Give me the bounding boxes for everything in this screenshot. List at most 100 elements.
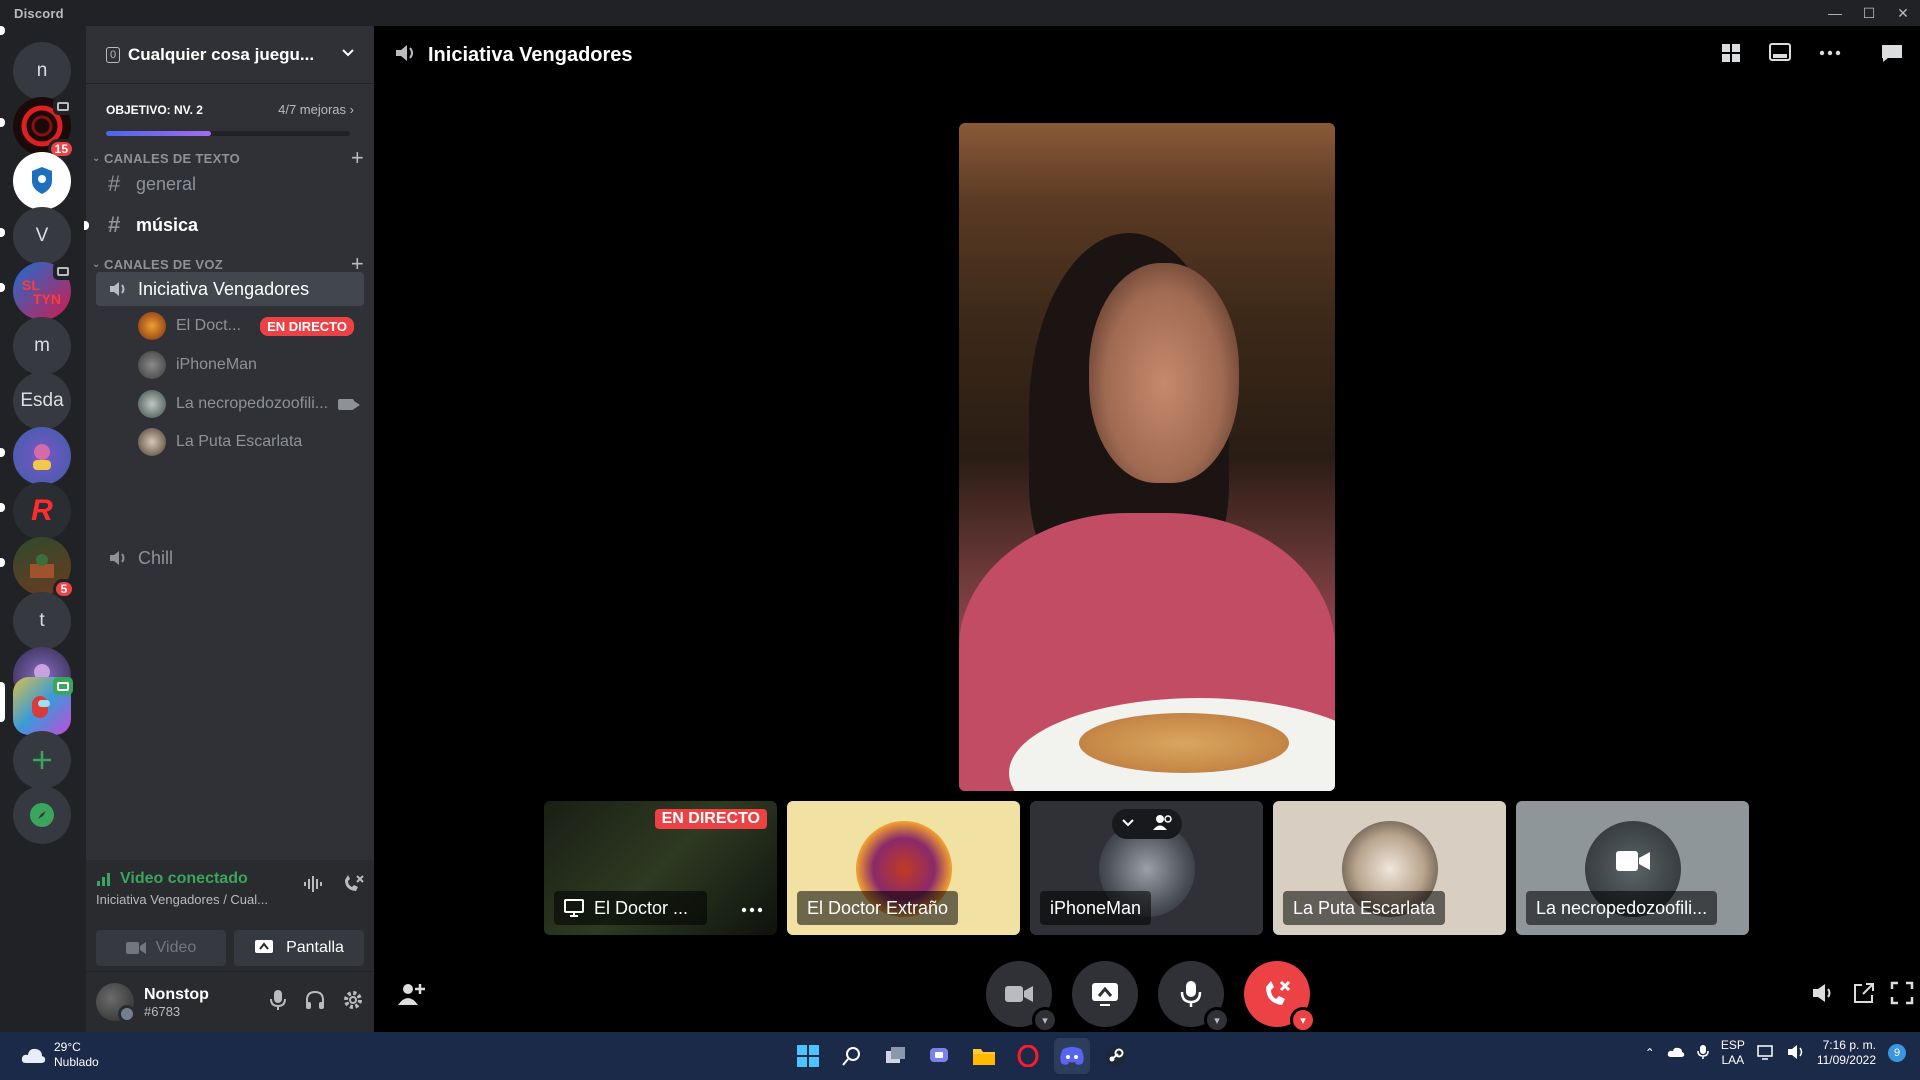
chevron-down-icon[interactable]: ▾ [1032,1007,1058,1033]
explore-servers-button[interactable] [13,786,71,844]
fullscreen-icon[interactable] [1890,981,1914,1010]
server-unread-pill [0,118,5,127]
start-button[interactable] [790,1038,826,1074]
server-m[interactable]: m [13,317,71,375]
teams-chat-button[interactable] [922,1038,958,1074]
avatar [138,351,166,379]
close-window-button[interactable]: ✕ [1886,0,1920,26]
gear-icon[interactable] [342,989,364,1016]
microphone-icon[interactable] [268,989,288,1016]
participant-tile[interactable]: El Doctor Extraño [787,801,1020,935]
disconnect-call-button[interactable]: ▾ [1244,961,1316,1033]
voice-channel-iniciativa-vengadores[interactable]: Iniciativa Vengadores [96,272,364,306]
grid-view-icon[interactable] [1720,42,1742,69]
folder-icon [973,1049,995,1065]
server-sltyn[interactable]: SL TYN [13,262,73,320]
microphone-icon [1180,981,1202,1007]
chevron-down-icon[interactable]: ▾ [1290,1007,1316,1033]
file-explorer-button[interactable] [966,1038,1002,1074]
chevron-right-icon: › [349,102,354,117]
server-n[interactable]: n [13,42,71,100]
add-user-icon[interactable] [396,981,426,1012]
cloud-icon [21,1048,46,1063]
more-options-icon[interactable] [1818,42,1842,69]
popout-icon[interactable] [1852,981,1876,1010]
opera-icon [1017,1045,1039,1067]
chevron-up-icon[interactable]: ⌃ [1645,1046,1655,1060]
chat-bubble-icon[interactable] [1880,42,1904,69]
participant-tile[interactable]: La necropedozoofili... [1516,801,1749,935]
screen-share-indicator-icon [53,262,73,280]
server-r-logo[interactable]: R [13,482,71,540]
discord-taskbar-button[interactable] [1054,1038,1090,1074]
windows-logo-icon [797,1045,819,1067]
more-options-icon[interactable] [741,901,763,919]
avatar[interactable] [96,983,136,1023]
language-indicator[interactable]: ESP LAA [1721,1038,1745,1068]
popout-layout-icon[interactable] [1768,42,1792,69]
minimize-button[interactable]: — [1818,0,1852,26]
goal-progress: 4/7 mejoras › [278,102,354,117]
server-v[interactable]: V [13,207,71,265]
live-badge: EN DIRECTO [654,809,767,829]
server-esda[interactable]: Esda [13,372,71,430]
focused-video-stream[interactable] [959,123,1335,791]
task-view-icon [886,1047,905,1063]
server-red-circle[interactable]: 15 [13,97,75,159]
participant-tile[interactable]: iPhoneMan [1030,801,1263,935]
add-server-button[interactable] [13,731,71,789]
live-badge: EN DIRECTO [260,316,354,336]
opera-button[interactable] [1010,1038,1046,1074]
server-game-art[interactable]: 5 [13,537,75,599]
voice-user[interactable]: iPhoneMan [138,349,364,381]
hang-up-icon [1266,980,1291,1005]
tile-overlay-controls[interactable] [1112,809,1182,839]
speaker-icon[interactable] [1787,1044,1805,1063]
disconnect-icon[interactable] [342,874,364,899]
task-view-button[interactable] [878,1038,914,1074]
noise-suppression-icon[interactable] [302,874,324,899]
chevron-down-icon[interactable]: ▾ [1204,1007,1230,1033]
microphone-toggle-button[interactable]: ▾ [1158,961,1230,1033]
network-icon[interactable] [1757,1044,1775,1063]
server-among-us[interactable] [13,677,73,735]
voice-user[interactable]: La necropedozoofili... [138,388,364,420]
server-t[interactable]: t [13,592,71,650]
guild-header[interactable]: 0 Cualquier cosa juegu... [86,26,374,84]
video-toggle-button[interactable]: Video [96,930,226,966]
participant-tile-stream[interactable]: EN DIRECTO El Doctor ... [544,801,777,935]
video-indicator-icon [53,677,73,695]
monitor-icon [564,899,584,917]
taskbar-search[interactable] [834,1038,870,1074]
volume-icon[interactable] [1810,981,1834,1010]
channel-musica[interactable]: # música [96,208,364,242]
speaker-icon [108,548,132,568]
screen-share-icon [1092,983,1118,1006]
app-title: Discord [14,6,64,21]
channel-general[interactable]: # general [96,167,364,201]
notification-badge[interactable]: 9 [1888,1044,1906,1062]
tile-label: La necropedozoofili... [1526,891,1718,925]
participant-tile[interactable]: La Puta Escarlata [1273,801,1506,935]
voice-user[interactable]: El Doct... EN DIRECTO [138,310,364,342]
hash-icon: # [108,212,121,237]
camera-toggle-button[interactable]: ▾ [986,961,1058,1033]
headphones-icon[interactable] [304,989,326,1016]
server-unread-pill [0,283,5,292]
onedrive-icon[interactable] [1667,1046,1685,1061]
user-panel: Nonstop #6783 [86,972,374,1032]
server-citizen-security[interactable] [13,152,71,210]
voice-channel-chill[interactable]: Chill [96,541,364,575]
voice-user[interactable]: La Puta Escarlata [138,426,364,458]
weather-widget[interactable]: 29°C Nublado [20,1040,99,1070]
steam-button[interactable] [1098,1038,1134,1074]
microphone-in-use-icon[interactable] [1697,1044,1709,1063]
text-channels-category[interactable]: ⌄ CANALES DE TEXTO + [92,145,364,170]
screen-share-button[interactable]: Pantalla [234,930,364,966]
maximize-button[interactable]: ☐ [1852,0,1886,26]
goal-progress-bar [106,131,350,136]
clock[interactable]: 7:16 p. m. 11/09/2022 [1817,1038,1876,1068]
server-purple-avatar[interactable] [13,427,71,485]
screen-share-toggle-button[interactable] [1072,961,1138,1027]
voice-channels-category[interactable]: ⌄ CANALES DE VOZ + [92,251,364,276]
